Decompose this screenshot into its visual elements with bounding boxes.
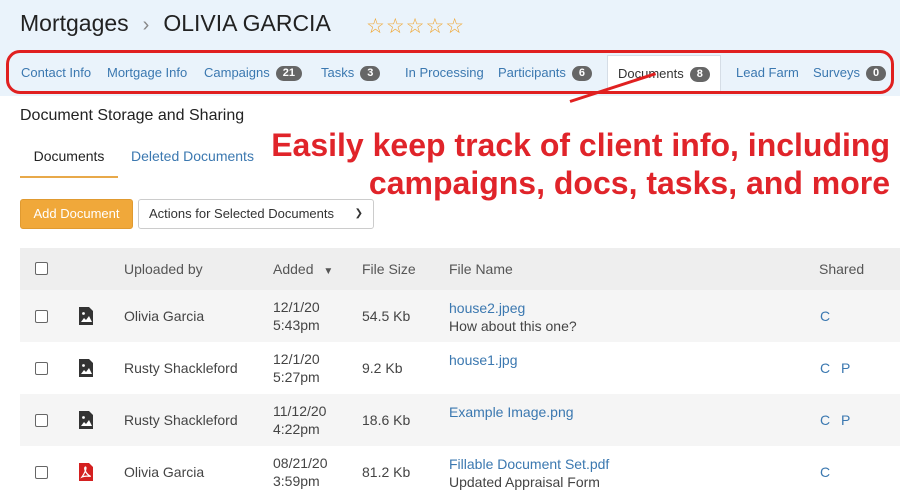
sort-desc-icon: ▼ <box>323 266 334 277</box>
add-document-button[interactable]: Add Document <box>20 199 133 229</box>
shared-participant-link[interactable]: P <box>841 360 850 376</box>
file-size: 81.2 Kb <box>362 464 411 480</box>
image-file-icon <box>79 411 93 429</box>
added-date: 12/1/20 <box>273 299 320 315</box>
header-added[interactable]: Added ▼ <box>273 248 333 293</box>
file-size: 9.2 Kb <box>362 360 403 376</box>
file-name-link[interactable]: house2.jpeg <box>449 300 525 316</box>
subtab-deleted-documents[interactable]: Deleted Documents <box>131 148 254 164</box>
image-file-icon <box>79 359 93 377</box>
breadcrumb-section[interactable]: Mortgages <box>20 10 129 36</box>
page-title: OLIVIA GARCIA <box>163 10 331 36</box>
select-all-checkbox[interactable] <box>35 262 48 275</box>
subtab-documents[interactable]: Documents <box>20 148 118 178</box>
row-checkbox[interactable] <box>35 362 48 375</box>
shared-client-link[interactable]: C <box>820 308 830 324</box>
file-size: 18.6 Kb <box>362 412 411 428</box>
added-date: 08/21/20 <box>273 455 328 471</box>
shared-client-link[interactable]: C <box>820 464 830 480</box>
header-file-size[interactable]: File Size <box>362 248 416 290</box>
uploaded-by: Rusty Shackleford <box>124 360 238 376</box>
file-size: 54.5 Kb <box>362 308 411 324</box>
uploaded-by: Olivia Garcia <box>124 464 205 480</box>
row-checkbox[interactable] <box>35 466 48 479</box>
row-checkbox[interactable] <box>35 414 48 427</box>
table-header: Uploaded by Added ▼ File Size File Name … <box>20 248 900 290</box>
uploaded-by: Olivia Garcia <box>124 308 205 324</box>
breadcrumb-separator-icon: › <box>142 14 150 36</box>
section-title: Document Storage and Sharing <box>20 107 245 124</box>
pdf-file-icon <box>79 463 93 481</box>
file-name-link[interactable]: house1.jpg <box>449 352 518 368</box>
shared-client-link[interactable]: C <box>820 412 830 428</box>
header-shared[interactable]: Shared <box>819 248 864 290</box>
annotation-line-1: Easily keep track of client info, includ… <box>271 127 890 163</box>
table-row: Rusty Shackleford 11/12/20 4:22pm 18.6 K… <box>20 394 900 446</box>
chevron-down-icon: ❯ <box>354 208 363 219</box>
header-uploaded-by[interactable]: Uploaded by <box>124 248 203 290</box>
breadcrumb: Mortgages › OLIVIA GARCIA <box>20 10 331 37</box>
annotation-line-2: campaigns, docs, tasks, and more <box>368 165 890 201</box>
shared-client-link[interactable]: C <box>820 360 830 376</box>
added-time: 3:59pm <box>273 473 320 489</box>
rating-stars[interactable]: ☆☆☆☆☆ <box>366 14 465 39</box>
uploaded-by: Rusty Shackleford <box>124 412 238 428</box>
header-file-name[interactable]: File Name <box>449 248 513 290</box>
annotation-callout: Easily keep track of client info, includ… <box>271 126 890 202</box>
file-name-link[interactable]: Fillable Document Set.pdf <box>449 456 609 472</box>
added-date: 11/12/20 <box>273 403 327 419</box>
added-date: 12/1/20 <box>273 351 320 367</box>
file-note: How about this one? <box>449 318 577 334</box>
table-row: Olivia Garcia 12/1/20 5:43pm 54.5 Kb hou… <box>20 290 900 342</box>
row-checkbox[interactable] <box>35 310 48 323</box>
table-row: Rusty Shackleford 12/1/20 5:27pm 9.2 Kb … <box>20 342 900 394</box>
actions-dropdown-label: Actions for Selected Documents <box>149 206 334 221</box>
annotation-highlight-oval <box>6 50 894 94</box>
table-row: Olivia Garcia 08/21/20 3:59pm 81.2 Kb Fi… <box>20 446 900 498</box>
added-time: 5:43pm <box>273 317 320 333</box>
added-time: 4:22pm <box>273 421 320 437</box>
image-file-icon <box>79 307 93 325</box>
file-note: Updated Appraisal Form <box>449 474 600 490</box>
actions-dropdown[interactable]: Actions for Selected Documents ❯ <box>138 199 374 229</box>
added-time: 5:27pm <box>273 369 320 385</box>
file-name-link[interactable]: Example Image.png <box>449 404 574 420</box>
shared-participant-link[interactable]: P <box>841 412 850 428</box>
